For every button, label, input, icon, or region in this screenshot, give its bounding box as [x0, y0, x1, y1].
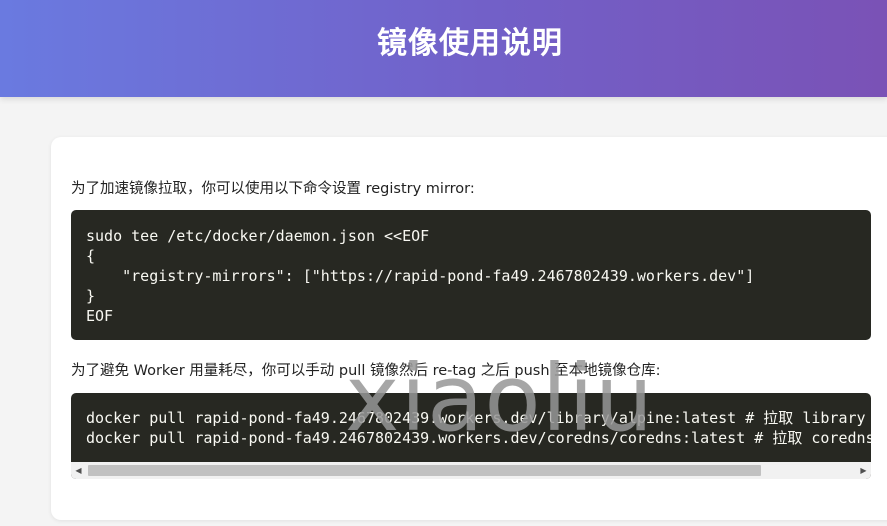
daemon-config-code[interactable]: sudo tee /etc/docker/daemon.json <<EOF {…: [86, 226, 754, 326]
daemon-config-code-block[interactable]: sudo tee /etc/docker/daemon.json <<EOF {…: [71, 210, 871, 340]
page-header: 镜像使用说明: [0, 0, 887, 97]
docker-pull-code[interactable]: docker pull rapid-pond-fa49.2467802439.w…: [86, 408, 871, 448]
mirror-instructions-text: 为了加速镜像拉取，你可以使用以下命令设置 registry mirror:: [71, 181, 475, 197]
docker-pull-code-block[interactable]: docker pull rapid-pond-fa49.2467802439.w…: [71, 393, 871, 479]
page-title: 镜像使用说明: [377, 26, 563, 61]
content-card: 为了加速镜像拉取，你可以使用以下命令设置 registry mirror: su…: [51, 137, 887, 520]
horizontal-scrollbar[interactable]: ◀ ▶: [71, 462, 871, 479]
manual-pull-instructions-text: 为了避免 Worker 用量耗尽，你可以手动 pull 镜像然后 re-tag …: [71, 363, 661, 379]
scrollbar-thumb[interactable]: [88, 465, 761, 476]
scroll-left-arrow-icon[interactable]: ◀: [71, 462, 86, 479]
scroll-right-arrow-icon[interactable]: ▶: [856, 462, 871, 479]
